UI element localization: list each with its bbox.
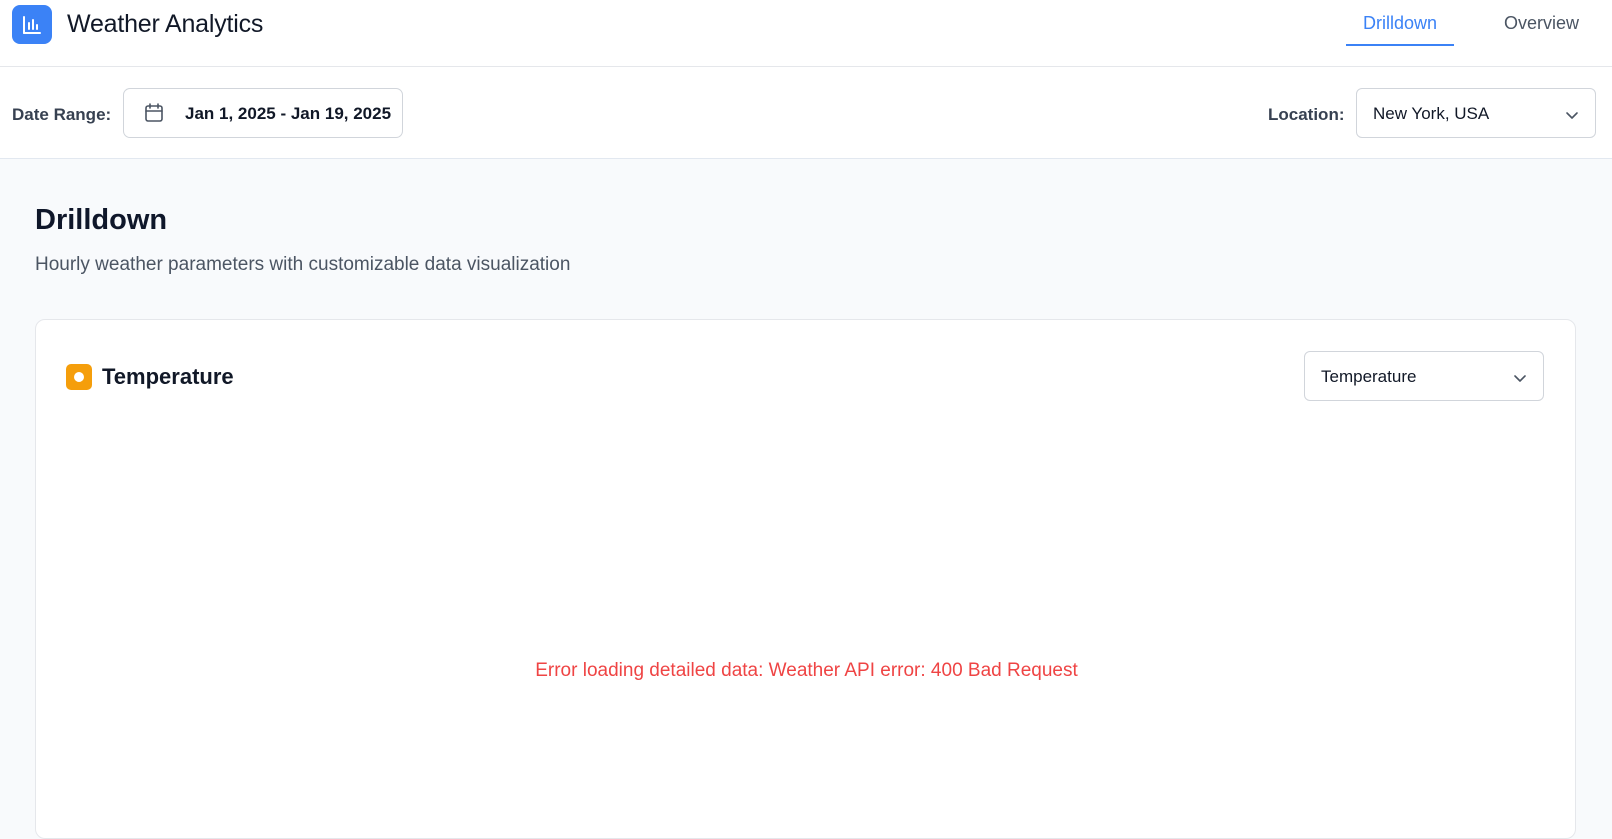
date-range-picker-button[interactable]: Jan 1, 2025 - Jan 19, 2025 xyxy=(123,88,403,138)
app-title: Weather Analytics xyxy=(67,10,264,38)
tab-drilldown[interactable]: Drilldown xyxy=(1346,13,1454,47)
filter-bar: Date Range: Jan 1, 2025 - Jan 19, 2025 L… xyxy=(0,67,1612,159)
calendar-icon xyxy=(144,102,164,129)
page-title: Drilldown xyxy=(35,204,168,236)
location-select[interactable]: New York, USA xyxy=(1356,88,1596,138)
card-title: Temperature xyxy=(102,364,234,389)
page-subtitle: Hourly weather parameters with customiza… xyxy=(35,254,571,275)
top-navigation-bar: Weather Analytics Drilldown Overview xyxy=(0,0,1612,67)
date-range-label: Date Range: xyxy=(12,105,112,124)
temperature-badge-icon xyxy=(66,364,92,390)
location-label: Location: xyxy=(1268,105,1345,124)
temperature-chart-card: Temperature Temperature Error loading de… xyxy=(35,319,1576,839)
error-message: Error loading detailed data: Weather API… xyxy=(535,660,1078,681)
chevron-down-icon xyxy=(1565,107,1579,125)
active-tab-indicator xyxy=(1346,44,1454,46)
tab-overview[interactable]: Overview xyxy=(1504,13,1579,34)
location-select-value: New York, USA xyxy=(1373,104,1490,123)
date-range-value: Jan 1, 2025 - Jan 19, 2025 xyxy=(185,104,392,123)
parameter-select[interactable]: Temperature xyxy=(1304,351,1544,401)
chevron-down-icon xyxy=(1513,370,1527,388)
parameter-select-value: Temperature xyxy=(1321,367,1417,386)
bar-chart-icon xyxy=(12,5,52,44)
